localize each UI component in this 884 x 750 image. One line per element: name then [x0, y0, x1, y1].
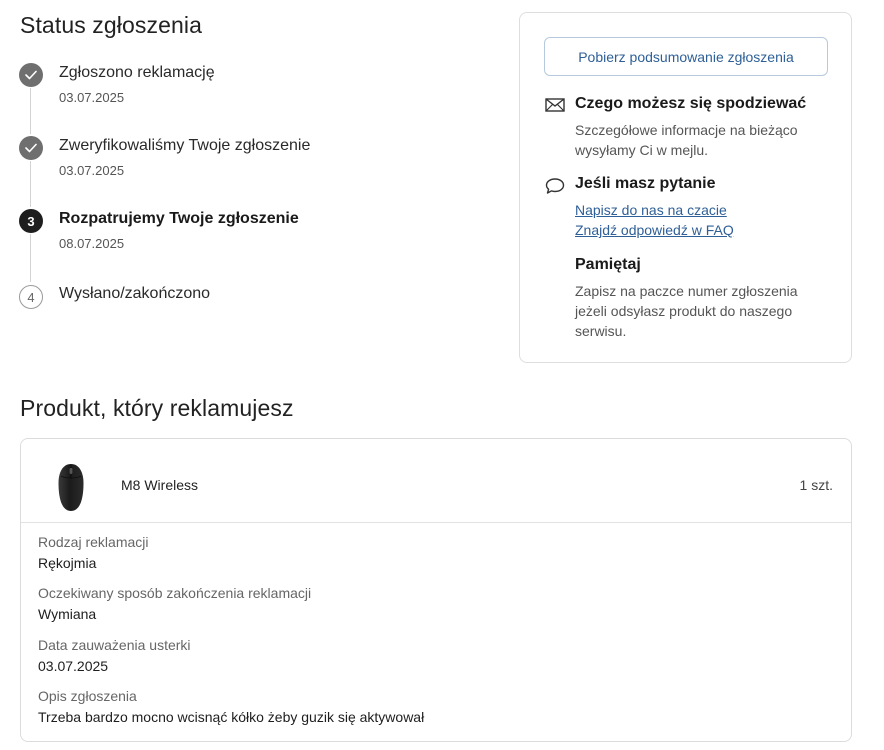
info-question-heading: Jeśli masz pytanie: [575, 175, 716, 192]
detail-value: 03.07.2025: [38, 658, 109, 674]
step-number-badge: 4: [19, 285, 43, 309]
product-quantity: 1 szt.: [799, 477, 833, 493]
timeline-step-completed: 4 Wysłano/zakończono: [18, 282, 478, 332]
timeline-step-verified: Zweryfikowaliśmy Twoje zgłoszenie 03.07.…: [18, 133, 478, 183]
detail-value: Trzeba bardzo mocno wcisnąć kółko żeby g…: [38, 709, 425, 725]
check-icon: [19, 63, 43, 87]
product-card: M8 Wireless 1 szt. Rodzaj reklamacji Ręk…: [20, 438, 852, 742]
detail-complaint-type: Rodzaj reklamacji Rękojmia: [38, 533, 148, 572]
timeline-step-processing: 3 Rozpatrujemy Twoje zgłoszenie 08.07.20…: [18, 206, 478, 256]
info-expect-heading: Czego możesz się spodziewać: [575, 95, 807, 112]
step-number-badge: 3: [19, 209, 43, 233]
product-name: M8 Wireless: [121, 477, 199, 493]
detail-label: Rodzaj reklamacji: [38, 534, 149, 550]
step-title: Rozpatrujemy Twoje zgłoszenie: [59, 210, 299, 227]
detail-defect-date: Data zauważenia usterki 03.07.2025: [38, 636, 191, 675]
step-date: 08.07.2025: [59, 236, 125, 251]
status-timeline: Zgłoszono reklamację 03.07.2025 Zweryfik…: [18, 60, 478, 320]
product-heading: Produkt, który reklamujesz: [20, 395, 294, 421]
step-title: Zgłoszono reklamację: [59, 64, 215, 81]
faq-link[interactable]: Znajdź odpowiedź w FAQ: [575, 220, 820, 240]
step-date: 03.07.2025: [59, 90, 125, 105]
chat-bubble-icon: [545, 177, 565, 195]
info-expect-text: Szczegółowe informacje na bieżąco wysyła…: [575, 122, 798, 158]
step-title: Zweryfikowaliśmy Twoje zgłoszenie: [59, 137, 311, 154]
info-question: Jeśli masz pytanie Napisz do nas na czac…: [544, 175, 834, 245]
info-remember-text: Zapisz na paczce numer zgłoszenia jeżeli…: [575, 283, 798, 339]
product-row: M8 Wireless 1 szt.: [21, 439, 851, 523]
chat-link[interactable]: Napisz do nas na czacie: [575, 200, 820, 220]
detail-label: Oczekiwany sposób zakończenia reklamacji: [38, 585, 312, 601]
info-panel: Pobierz podsumowanie zgłoszenia Czego mo…: [519, 12, 852, 363]
detail-label: Data zauważenia usterki: [38, 637, 191, 653]
envelope-icon: [545, 97, 565, 115]
detail-value: Wymiana: [38, 606, 97, 622]
step-date: 03.07.2025: [59, 163, 125, 178]
info-remember-heading: Pamiętaj: [575, 256, 641, 273]
info-question-links: Napisz do nas na czacie Znajdź odpowiedź…: [575, 200, 820, 240]
download-summary-button[interactable]: Pobierz podsumowanie zgłoszenia: [544, 37, 828, 76]
detail-description: Opis zgłoszenia Trzeba bardzo mocno wcis…: [38, 687, 424, 726]
check-icon: [19, 136, 43, 160]
timeline-step-submitted: Zgłoszono reklamację 03.07.2025: [18, 60, 478, 110]
detail-expected-resolution: Oczekiwany sposób zakończenia reklamacji…: [38, 584, 311, 623]
info-remember: Pamiętaj Zapisz na paczce numer zgłoszen…: [544, 256, 834, 346]
wireless-mouse-image: [57, 463, 85, 513]
detail-value: Rękojmia: [38, 555, 97, 571]
detail-label: Opis zgłoszenia: [38, 688, 137, 704]
info-expect: Czego możesz się spodziewać Szczegółowe …: [544, 95, 834, 165]
status-heading: Status zgłoszenia: [20, 12, 202, 38]
step-title: Wysłano/zakończono: [59, 285, 211, 302]
